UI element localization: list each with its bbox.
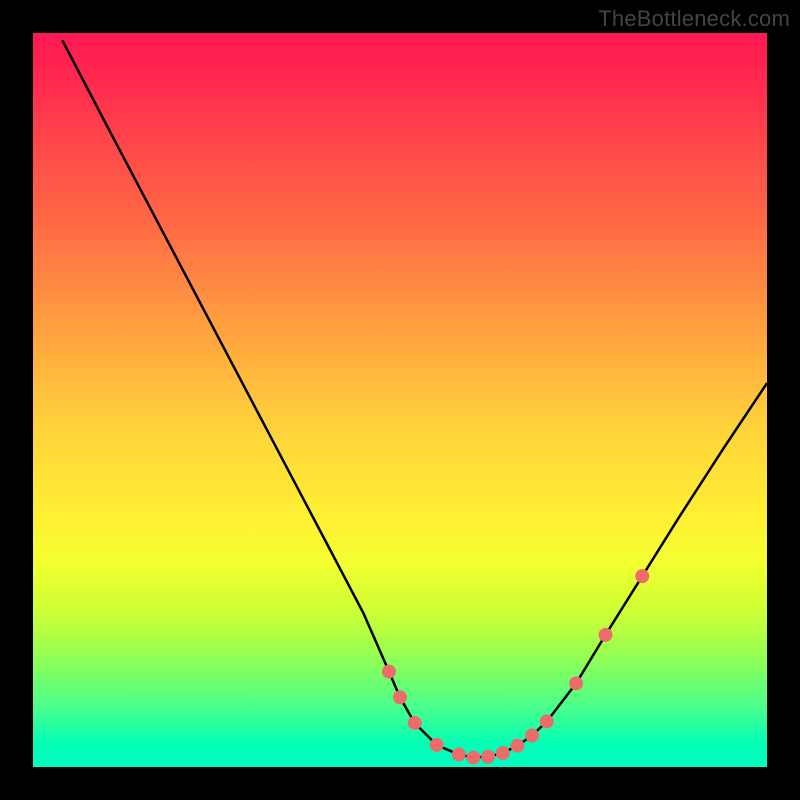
plot-gradient-background (33, 33, 767, 767)
chart-canvas: TheBottleneck.com (0, 0, 800, 800)
watermark-text: TheBottleneck.com (598, 6, 790, 32)
